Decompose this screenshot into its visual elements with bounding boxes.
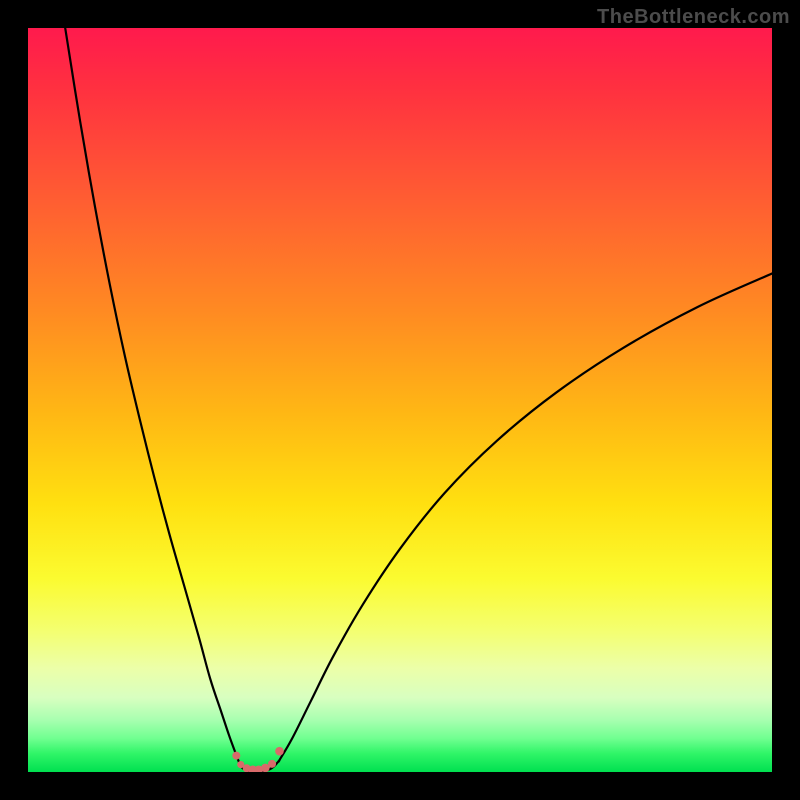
valley-marker xyxy=(275,747,284,756)
bottleneck-curve xyxy=(65,28,772,771)
valley-marker xyxy=(268,760,276,768)
plot-area xyxy=(28,28,772,772)
curves-layer xyxy=(28,28,772,772)
valley-marker-group xyxy=(232,747,283,772)
chart-frame: TheBottleneck.com xyxy=(0,0,800,800)
valley-marker xyxy=(232,752,240,760)
watermark-text: TheBottleneck.com xyxy=(597,6,790,29)
